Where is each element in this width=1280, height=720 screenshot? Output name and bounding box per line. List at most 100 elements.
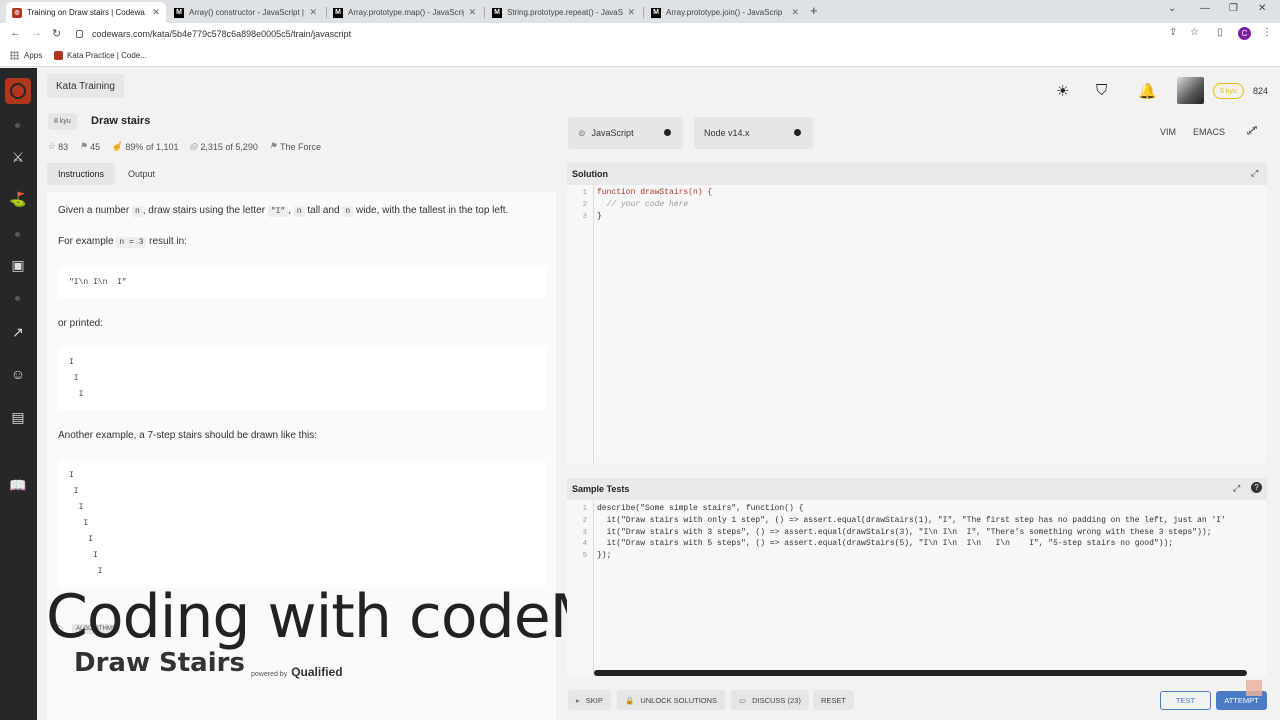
user-rank-badge: 5 kyu — [1213, 83, 1244, 99]
stars-stat[interactable]: ☆ 83 — [47, 141, 68, 152]
code-line[interactable]: describe("Some simple stairs", function(… — [597, 504, 803, 513]
vim-mode-button[interactable]: VIM — [1160, 127, 1176, 137]
chat-icon[interactable]: ▤ — [9, 408, 27, 426]
bookmark-star-icon[interactable]: ☆ — [1190, 27, 1199, 38]
theme-sun-icon[interactable]: ☀ — [1056, 82, 1069, 100]
share-icon[interactable]: ⇪ — [1169, 27, 1177, 38]
forks-stat[interactable]: ⚑ 45 — [79, 141, 100, 152]
language-select[interactable]: ⊜ JavaScript — [568, 117, 683, 149]
discuss-button[interactable]: ▭ DISCUSS (23) — [731, 690, 809, 710]
code-line[interactable]: function drawStairs(n) { — [597, 188, 712, 197]
code-line[interactable]: } — [597, 212, 602, 221]
close-icon[interactable]: ✕ — [468, 7, 476, 18]
sidebar-dot — [15, 232, 20, 237]
code-line: I — [69, 503, 84, 512]
code-line[interactable]: it("Draw stairs with only 1 step", () =>… — [597, 516, 1226, 525]
bell-icon[interactable]: 🔔 — [1138, 82, 1157, 100]
honor-score: 824 — [1253, 86, 1269, 96]
close-icon[interactable]: ✕ — [791, 7, 799, 18]
briefcase-icon[interactable]: ▣ — [9, 256, 27, 274]
codewars-logo-icon[interactable] — [5, 78, 31, 104]
tab-output[interactable]: Output — [117, 163, 166, 185]
version-label: Node v14.x — [704, 128, 750, 138]
tab-search-chevron-icon[interactable]: ⌄ — [1168, 3, 1176, 14]
discord-icon[interactable]: ☺ — [9, 365, 27, 383]
emacs-mode-button[interactable]: EMACS — [1193, 127, 1225, 137]
fullscreen-icon[interactable]: ⤢ — [1233, 483, 1240, 494]
author-stat[interactable]: ⚑ The Force — [269, 141, 321, 152]
line-gutter — [567, 185, 594, 463]
training-icon[interactable]: ⚔ — [9, 148, 27, 166]
more-vert-icon[interactable]: ⋮ — [1262, 27, 1272, 38]
powered-by-text: powered by — [251, 671, 288, 678]
profile-avatar[interactable]: C — [1238, 27, 1251, 40]
new-tab-plus-icon[interactable]: + — [810, 3, 818, 18]
skip-button[interactable]: ▸ SKIP — [568, 690, 611, 710]
code-line[interactable]: }); — [597, 551, 611, 560]
sample-tests-title: Sample Tests — [572, 484, 630, 494]
browser-tab[interactable]: M Array() constructor - JavaScript | ✕ — [168, 2, 323, 23]
unlock-solutions-button[interactable]: 🔒 UNLOCK SOLUTIONS — [617, 690, 726, 710]
bookmark-apps[interactable]: Apps — [10, 51, 42, 60]
tab-title: Array() constructor - JavaScript | — [189, 8, 304, 17]
url-field[interactable]: codewars.com/kata/5b4e779c578c6a898e0005… — [76, 26, 1186, 42]
forward-arrow-icon[interactable]: → — [31, 27, 42, 39]
code-line[interactable]: it("Draw stairs with 3 steps", () => ass… — [597, 528, 1212, 537]
browser-tab[interactable]: M Array.prototype.map() - JavaScrip ✕ — [327, 2, 482, 23]
docs-book-icon[interactable]: 📖 — [9, 476, 27, 494]
solution-title: Solution — [572, 169, 608, 179]
code-line[interactable]: it("Draw stairs with 5 steps", () => ass… — [597, 539, 1174, 548]
bookmark-icon[interactable]: ⛉ — [1096, 82, 1107, 99]
tab-instructions[interactable]: Instructions — [47, 163, 116, 185]
code-line[interactable]: // your code here — [597, 200, 689, 209]
close-icon[interactable]: ✕ — [627, 7, 635, 18]
expand-icon[interactable]: ⤢ — [1247, 126, 1255, 137]
close-window-icon[interactable]: ✕ — [1258, 3, 1266, 14]
minimize-icon[interactable]: — — [1200, 3, 1210, 14]
browser-tab[interactable]: M Array.prototype.join() - JavaScrip ✕ — [645, 2, 805, 23]
practice-icon[interactable]: ⛳ — [9, 190, 27, 208]
qualified-brand: Qualified — [291, 665, 343, 679]
completed-stat: ◎ 2,315 of 5,290 — [189, 141, 258, 152]
version-select[interactable]: Node v14.x — [694, 117, 813, 149]
line-number: 5 — [582, 552, 587, 560]
code-example-printed-3: I I I — [58, 347, 546, 410]
sample-tests-editor[interactable]: 1 2 3 4 5 describe("Some simple stairs",… — [567, 500, 1267, 676]
browser-tab[interactable]: M String.prototype.repeat() - JavaSc ✕ — [486, 2, 641, 23]
test-button[interactable]: TEST — [1160, 691, 1211, 710]
line-number: 1 — [582, 505, 587, 513]
sidebar-dot — [15, 123, 20, 128]
code-line: I — [69, 519, 89, 528]
address-bar-row: ← → ↻ codewars.com/kata/5b4e779c578c6a89… — [0, 23, 1280, 45]
language-label: JavaScript — [591, 128, 634, 138]
leaderboard-trend-icon[interactable]: ↗ — [9, 323, 27, 341]
back-arrow-icon[interactable]: ← — [10, 27, 21, 39]
line-number: 3 — [582, 529, 587, 537]
javascript-icon: ⊜ — [578, 127, 586, 138]
browser-tab[interactable]: ◎ Training on Draw stairs | Codewa ✕ — [6, 2, 166, 23]
close-icon[interactable]: ✕ — [152, 7, 160, 18]
maximize-icon[interactable]: ❐ — [1229, 3, 1238, 14]
bookmark-kata-practice[interactable]: Kata Practice | Code... — [54, 51, 147, 60]
code-line: I — [69, 535, 94, 544]
mdn-icon: M — [492, 7, 502, 18]
fullscreen-icon[interactable]: ⤢ — [1251, 168, 1258, 179]
overlay-corner-mark — [1246, 680, 1262, 696]
line-number: 4 — [582, 540, 587, 548]
reset-button[interactable]: RESET — [813, 690, 855, 710]
target-icon: ◎ — [189, 141, 198, 151]
reset-label: RESET — [821, 695, 847, 705]
tab-separator — [484, 7, 485, 18]
chat-bubble-icon: ▭ — [739, 695, 747, 705]
horizontal-scrollbar[interactable] — [594, 670, 1247, 676]
tab-title: Training on Draw stairs | Codewa — [27, 8, 145, 17]
help-icon[interactable]: ? — [1251, 482, 1262, 493]
solution-editor[interactable]: 1 2 3 function drawStairs(n) { // your c… — [567, 185, 1267, 463]
close-icon[interactable]: ✕ — [309, 7, 317, 18]
reload-icon[interactable]: ↻ — [52, 27, 61, 40]
line-number: 1 — [582, 189, 587, 197]
breadcrumb[interactable]: Kata Training — [47, 74, 124, 98]
user-avatar[interactable] — [1177, 77, 1204, 104]
side-panel-icon[interactable]: ▯ — [1217, 27, 1223, 38]
bookmark-label: Apps — [24, 51, 43, 60]
